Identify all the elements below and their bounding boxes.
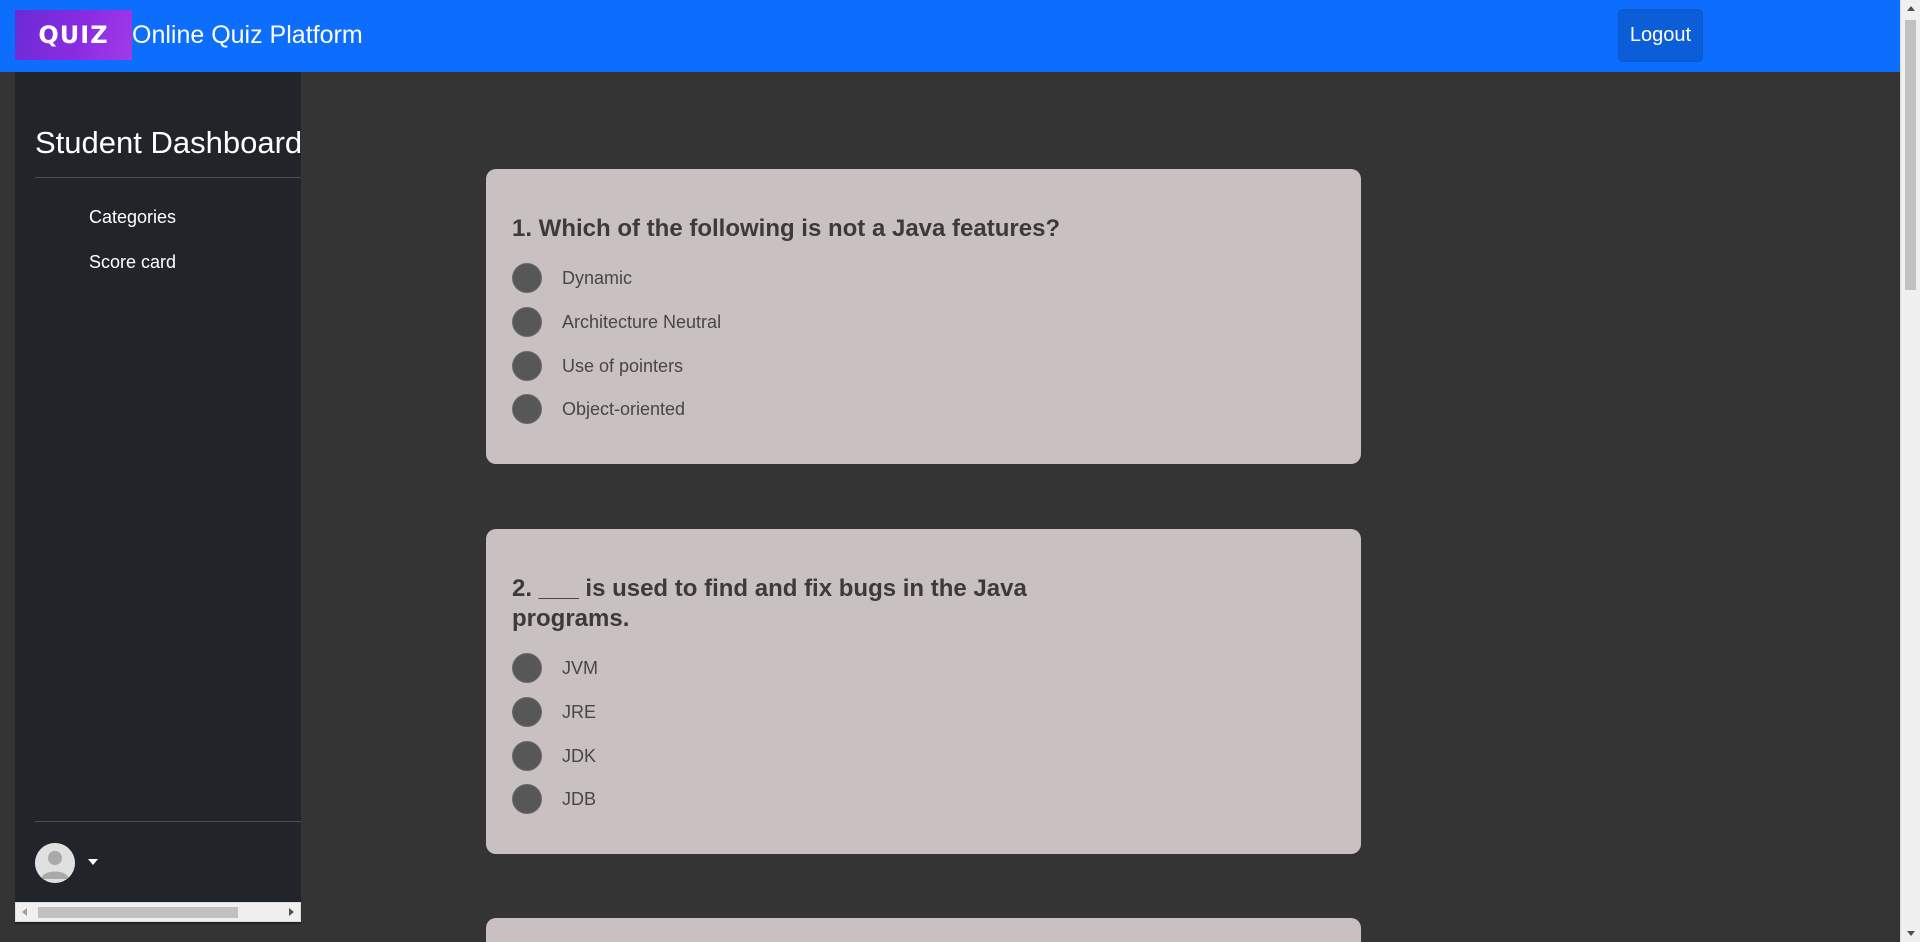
radio-button[interactable] — [512, 784, 542, 814]
option-item[interactable]: JRE — [512, 696, 596, 728]
horizontal-scroll-thumb[interactable] — [38, 907, 238, 918]
option-item[interactable]: JVM — [512, 652, 598, 684]
radio-button[interactable] — [512, 394, 542, 424]
sidebar-horizontal-scrollbar[interactable] — [15, 902, 301, 922]
radio-button[interactable] — [512, 741, 542, 771]
top-navbar: QUIZ Online Quiz Platform Logout — [0, 0, 1900, 72]
sidebar-item-score-card[interactable]: Score card — [15, 247, 301, 292]
option-label: Dynamic — [562, 267, 633, 288]
scroll-down-arrow-icon[interactable] — [1907, 931, 1915, 936]
option-label: JDB — [562, 788, 597, 809]
sidebar-title[interactable]: Student Dashboard — [35, 124, 302, 162]
quiz-logo[interactable]: QUIZ — [15, 10, 132, 60]
question-card-1: 1. Which of the following is not a Java … — [486, 169, 1361, 464]
vertical-scroll-thumb[interactable] — [1905, 20, 1916, 290]
question-card-3 — [486, 918, 1361, 942]
option-item[interactable]: JDB — [512, 783, 596, 815]
sidebar: Student Dashboard Categories Score card — [15, 72, 302, 924]
option-item[interactable]: JDK — [512, 740, 596, 772]
question-title: 2. ___ is used to find and fix bugs in t… — [512, 575, 1027, 632]
option-label: JVM — [562, 657, 598, 678]
logo-text: QUIZ — [38, 21, 109, 49]
radio-button[interactable] — [512, 263, 542, 293]
sidebar-divider-bottom — [35, 821, 301, 822]
app-title[interactable]: Online Quiz Platform — [132, 20, 363, 50]
sidebar-item-categories[interactable]: Categories — [15, 202, 301, 247]
scroll-right-arrow-icon[interactable] — [289, 908, 294, 916]
option-item[interactable]: Dynamic — [512, 262, 632, 294]
user-avatar-icon — [35, 843, 75, 883]
caret-down-icon[interactable] — [88, 859, 98, 865]
scroll-up-arrow-icon[interactable] — [1907, 6, 1915, 11]
sidebar-divider-top — [35, 177, 301, 178]
option-item[interactable]: Architecture Neutral — [512, 306, 721, 338]
radio-button[interactable] — [512, 697, 542, 727]
question-title: 1. Which of the following is not a Java … — [512, 215, 1061, 242]
scroll-left-arrow-icon[interactable] — [22, 908, 27, 916]
logout-button[interactable]: Logout — [1618, 9, 1703, 62]
radio-button[interactable] — [512, 351, 542, 381]
avatar[interactable] — [35, 843, 75, 883]
option-item[interactable]: Object-oriented — [512, 393, 685, 425]
option-label: JRE — [562, 701, 597, 722]
question-card-2: 2. ___ is used to find and fix bugs in t… — [486, 529, 1361, 854]
option-label: JDK — [562, 745, 597, 766]
sidebar-menu: Categories Score card — [15, 202, 301, 292]
option-label: Architecture Neutral — [562, 311, 722, 332]
radio-button[interactable] — [512, 653, 542, 683]
radio-button[interactable] — [512, 307, 542, 337]
option-label: Use of pointers — [562, 355, 684, 376]
option-label: Object-oriented — [562, 398, 686, 419]
page-vertical-scrollbar[interactable] — [1900, 0, 1920, 942]
option-item[interactable]: Use of pointers — [512, 350, 683, 382]
